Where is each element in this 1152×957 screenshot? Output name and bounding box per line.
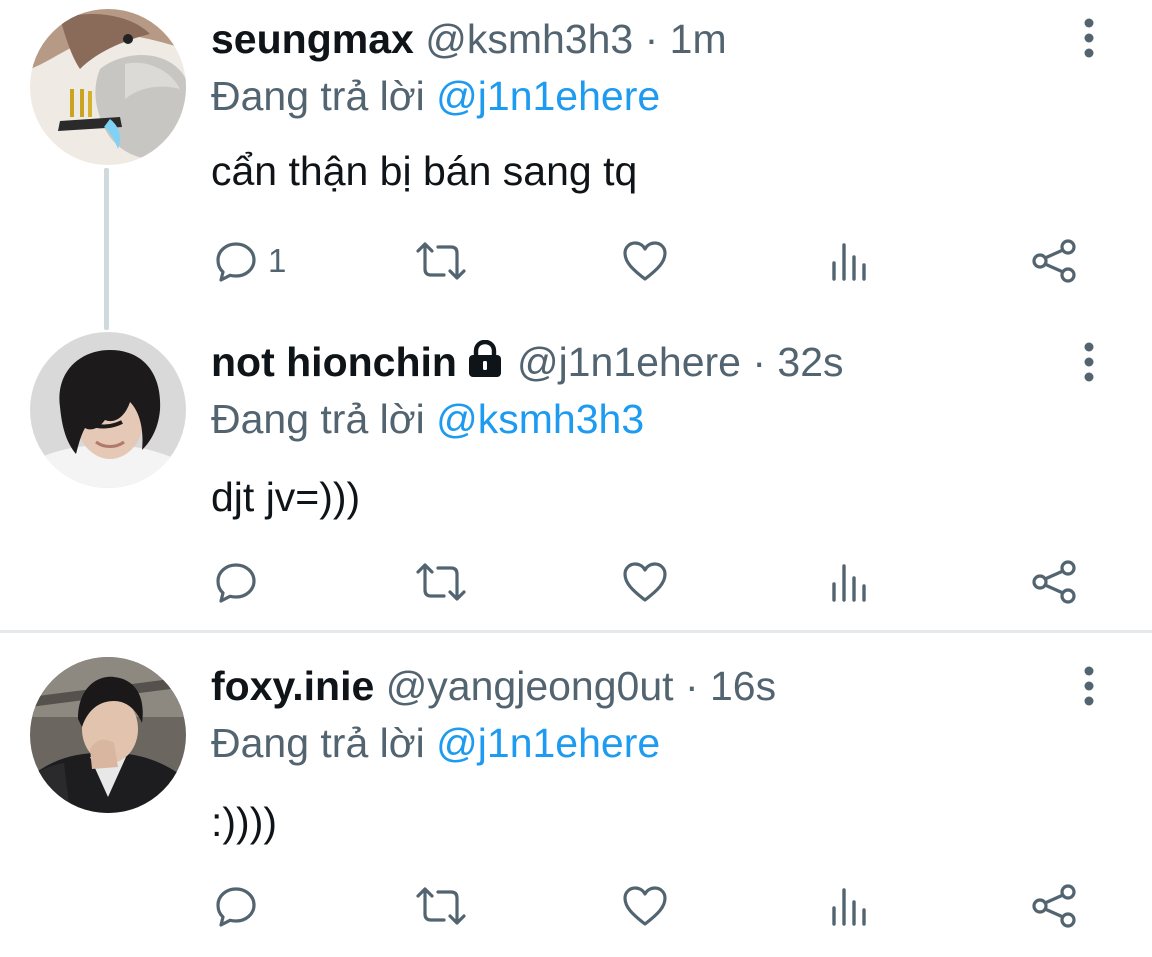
display-name[interactable]: seungmax	[211, 16, 414, 62]
like-button[interactable]	[622, 238, 668, 284]
like-button[interactable]	[622, 883, 668, 929]
avatar[interactable]	[30, 332, 186, 488]
reply-count: 1	[268, 242, 287, 279]
more-vertical-icon[interactable]	[1074, 16, 1104, 60]
share-icon	[1032, 560, 1076, 604]
tweet-text: :))))	[211, 799, 278, 845]
like-icon	[623, 241, 667, 281]
views-icon	[832, 888, 866, 926]
tweet-text: cẩn thận bị bán sang tq	[211, 148, 638, 194]
mention-link[interactable]: @ksmh3h3	[436, 396, 644, 442]
tweet[interactable]: not hionchin @j1n1ehere · 32s Đang trả l…	[0, 325, 1152, 631]
reply-icon	[216, 242, 256, 282]
views-button[interactable]	[830, 238, 870, 284]
views-icon	[832, 243, 866, 281]
replying-to: Đang trả lời @j1n1ehere	[211, 718, 660, 768]
retweet-button[interactable]	[414, 883, 468, 929]
retweet-icon	[416, 887, 466, 925]
tweet-header: not hionchin @j1n1ehere · 32s	[211, 337, 844, 389]
retweet-button[interactable]	[414, 238, 468, 284]
retweet-button[interactable]	[414, 559, 468, 605]
lock-icon	[465, 339, 505, 389]
timestamp[interactable]: 1m	[670, 16, 727, 62]
timestamp[interactable]: 16s	[710, 663, 776, 709]
separator-dot: ·	[644, 16, 659, 62]
views-button[interactable]	[830, 883, 870, 929]
retweet-icon	[416, 242, 466, 280]
tweet-header: foxy.inie @yangjeong0ut · 16s	[211, 661, 776, 711]
share-button[interactable]	[1030, 883, 1078, 929]
reply-icon	[216, 887, 256, 927]
user-handle[interactable]: @ksmh3h3	[425, 16, 633, 62]
user-handle[interactable]: @j1n1ehere	[517, 339, 741, 385]
display-name[interactable]: foxy.inie	[211, 663, 374, 709]
mention-link[interactable]: @j1n1ehere	[436, 720, 660, 766]
share-icon	[1032, 884, 1076, 928]
reply-button[interactable]	[214, 559, 268, 605]
separator-dot: ·	[752, 339, 767, 385]
views-button[interactable]	[830, 559, 870, 605]
avatar[interactable]	[30, 9, 186, 165]
replying-to-label: Đang trả lời	[211, 720, 425, 766]
separator-dot: ·	[684, 663, 699, 709]
avatar[interactable]	[30, 657, 186, 813]
reply-button[interactable]: 1	[214, 238, 286, 284]
user-handle[interactable]: @yangjeong0ut	[386, 663, 674, 709]
tweet[interactable]: foxy.inie @yangjeong0ut · 16s Đang trả l…	[0, 633, 1152, 957]
replying-to-label: Đang trả lời	[211, 396, 425, 442]
more-vertical-icon[interactable]	[1074, 340, 1104, 384]
replying-to: Đang trả lời @ksmh3h3	[211, 394, 644, 444]
mention-link[interactable]: @j1n1ehere	[436, 73, 660, 119]
retweet-icon	[416, 563, 466, 601]
views-icon	[832, 564, 866, 602]
replying-to: Đang trả lời @j1n1ehere	[211, 71, 660, 121]
reply-button[interactable]	[214, 883, 268, 929]
share-icon	[1032, 239, 1076, 283]
timestamp[interactable]: 32s	[777, 339, 843, 385]
share-button[interactable]	[1030, 238, 1078, 284]
tweet[interactable]: seungmax @ksmh3h3 · 1m Đang trả lời @j1n…	[0, 0, 1152, 325]
display-name[interactable]: not hionchin	[211, 339, 457, 385]
like-icon	[623, 886, 667, 926]
more-vertical-icon[interactable]	[1074, 664, 1104, 708]
share-button[interactable]	[1030, 559, 1078, 605]
reply-icon	[216, 563, 256, 603]
tweet-header: seungmax @ksmh3h3 · 1m	[211, 14, 727, 64]
replying-to-label: Đang trả lời	[211, 73, 425, 119]
tweet-text: djt jv=)))	[211, 474, 361, 520]
like-icon	[623, 562, 667, 602]
like-button[interactable]	[622, 559, 668, 605]
